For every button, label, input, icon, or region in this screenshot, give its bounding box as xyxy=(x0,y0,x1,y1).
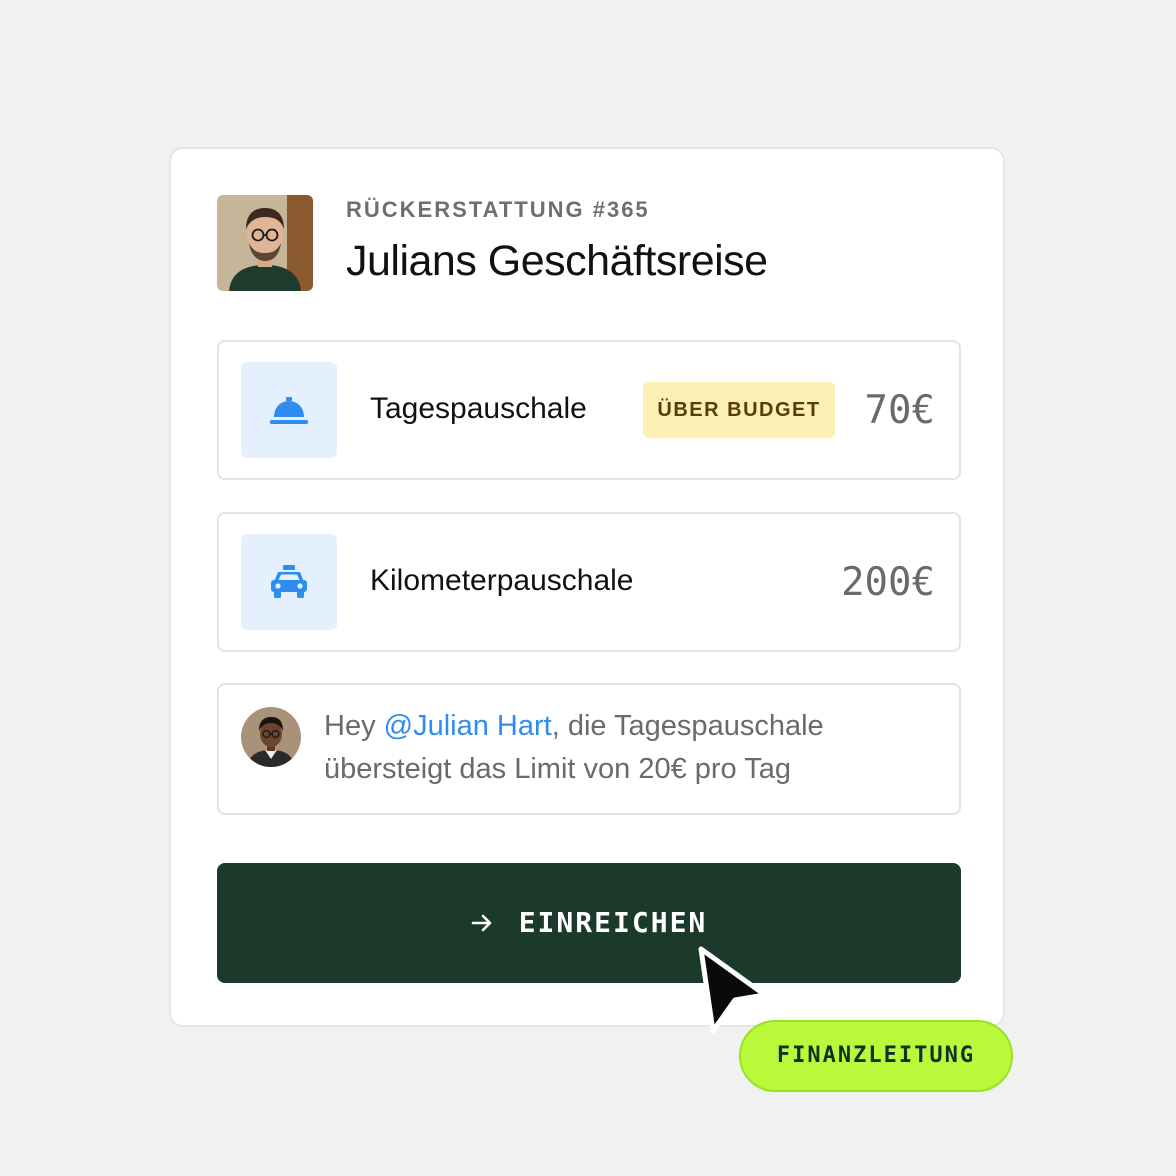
comment-prefix: Hey xyxy=(324,710,384,742)
comment-text: Hey @Julian Hart, die Tagespauschale übe… xyxy=(324,705,924,791)
expense-amount: 70€ xyxy=(864,388,935,433)
requester-photo xyxy=(217,195,313,291)
expense-icon-box xyxy=(241,362,337,458)
expense-amount: 200€ xyxy=(841,560,935,605)
over-budget-badge: ÜBER BUDGET xyxy=(643,382,835,438)
reimbursement-card: RÜCKERSTATTUNG #365 Julians Geschäftsrei… xyxy=(169,147,1005,1027)
arrow-right-icon xyxy=(471,914,492,932)
submit-label: EINREICHEN xyxy=(518,906,708,939)
comment-box: Hey @Julian Hart, die Tagespauschale übe… xyxy=(217,683,961,815)
expense-label: Tagespauschale xyxy=(370,392,587,425)
expense-label: Kilometerpauschale xyxy=(370,564,634,597)
user-mention-link[interactable]: @Julian Hart xyxy=(384,710,552,742)
expense-icon-box xyxy=(241,534,337,630)
reimbursement-number: RÜCKERSTATTUNG #365 xyxy=(346,197,650,222)
taxi-icon xyxy=(271,565,307,598)
submit-button[interactable]: EINREICHEN xyxy=(217,863,961,983)
commenter-photo xyxy=(241,707,301,767)
role-tag: FINANZLEITUNG xyxy=(739,1020,1013,1092)
expense-item-mileage-allowance[interactable]: Kilometerpauschale 200€ xyxy=(217,512,961,652)
commenter-avatar xyxy=(241,707,301,767)
page-title: Julians Geschäftsreise xyxy=(346,237,768,285)
requester-avatar xyxy=(217,195,313,291)
expense-item-daily-allowance[interactable]: Tagespauschale ÜBER BUDGET 70€ xyxy=(217,340,961,480)
service-bell-icon xyxy=(270,397,308,424)
